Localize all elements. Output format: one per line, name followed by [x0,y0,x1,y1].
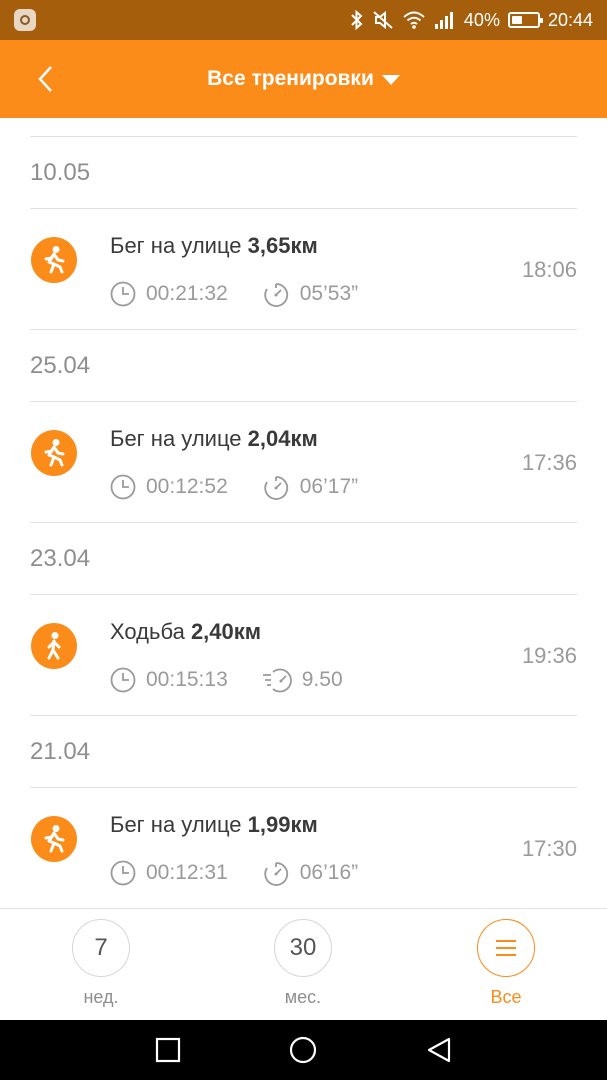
wifi-icon [403,11,425,29]
runner-icon [31,816,77,862]
duration-stat: 00:15:13 [110,667,228,693]
duration-stat: 00:12:31 [110,860,228,886]
home-button[interactable] [288,1035,318,1065]
duration-stat: 00:12:52 [110,474,228,500]
divider [30,136,577,137]
triangle-back-icon [427,1037,451,1063]
runner-icon [31,430,77,476]
tab-week-label: нед. [83,987,119,1007]
divider [30,522,577,523]
workout-title: Бег на улице 2,04км [110,426,318,452]
date-header: 23.04 [30,545,91,572]
metric-stat: 05’53” [262,281,358,307]
metric-stat: 06’17” [262,474,358,500]
tab-month-label: мес. [284,987,322,1007]
workout-title: Бег на улице 1,99км [110,812,318,838]
period-tabs: 7 нед. 30 мес. Все [0,908,607,1020]
workout-time: 17:36 [521,450,577,475]
clock: 20:44 [547,9,593,30]
pace-icon [262,860,290,886]
tab-week-value: 7 [94,934,108,961]
workout-distance: 1,99км [247,812,318,837]
workout-distance: 3,65км [247,233,318,258]
duration-value: 00:15:13 [146,668,228,691]
back-arrow-icon [38,66,52,92]
back-system-button[interactable] [424,1035,454,1065]
recent-apps-button[interactable] [153,1035,183,1065]
metric-value: 06’17” [299,475,359,498]
circle-icon [289,1036,317,1064]
date-header: 21.04 [30,738,91,765]
divider [30,329,577,330]
workout-stats: 00:15:13 9.50 [110,667,343,693]
workout-stats: 00:21:32 05’53” [110,281,358,307]
signal-icon [434,12,453,29]
duration-value: 00:12:52 [146,475,228,498]
workout-time: 19:36 [521,643,577,668]
workout-time: 17:30 [521,836,577,861]
square-icon [155,1037,181,1063]
clock-icon [110,474,136,500]
walker-icon [31,623,77,669]
dropdown-caret-icon [381,75,400,85]
bluetooth-icon [351,10,363,30]
workout-list[interactable]: 10.05 Бег на улице 3,65км 00:21:32 05’53” 18… [0,118,607,908]
metric-value: 9.50 [301,668,343,691]
duration-stat: 00:21:32 [110,281,228,307]
workout-time: 18:06 [521,257,577,282]
clock-icon [110,281,136,307]
activity-type: Ходьба [110,619,185,644]
workout-filter-dropdown[interactable]: Все тренировки [207,67,400,91]
tab-month-circle: 30 [274,919,332,977]
speed-icon [262,667,292,693]
mute-icon [373,10,393,30]
duration-value: 00:12:31 [146,861,228,884]
tab-all[interactable]: Все [446,919,566,1008]
app-bar: Все тренировки [0,40,607,118]
list-menu-icon [496,940,516,956]
workout-row[interactable]: Бег на улице 2,04км 00:12:52 06’17” 17:36 [0,402,607,522]
duration-value: 00:21:32 [146,282,228,305]
activity-type: Бег на улице [110,812,242,837]
metric-stat: 9.50 [262,667,343,693]
workout-stats: 00:12:31 06’16” [110,860,358,886]
metric-value: 05’53” [299,282,359,305]
system-navigation-bar [0,1020,607,1080]
tab-all-circle [477,919,535,977]
pace-icon [262,474,290,500]
tab-week[interactable]: 7 нед. [41,919,161,1008]
runner-icon [31,237,77,283]
divider [30,715,577,716]
workout-title: Ходьба 2,40км [110,619,261,645]
tab-month[interactable]: 30 мес. [243,919,363,1008]
date-header: 25.04 [30,352,91,379]
workout-row[interactable]: Бег на улице 1,99км 00:12:31 06’16” 17:30 [0,788,607,908]
tab-month-value: 30 [289,934,317,961]
activity-type: Бег на улице [110,233,242,258]
workout-distance: 2,40км [190,619,262,644]
battery-percent: 40% [463,9,500,30]
activity-type: Бег на улице [110,426,242,451]
workout-stats: 00:12:52 06’17” [110,474,358,500]
battery-icon [507,12,543,28]
metric-stat: 06’16” [262,860,358,886]
clock-icon [110,667,136,693]
date-header: 10.05 [30,159,91,186]
pace-icon [262,281,290,307]
notification-app-icon [14,9,36,31]
status-bar: 40% 20:44 [0,0,607,40]
workout-row[interactable]: Ходьба 2,40км 00:15:13 9.50 19:36 [0,595,607,715]
tab-week-circle: 7 [72,919,130,977]
workout-row[interactable]: Бег на улице 3,65км 00:21:32 05’53” 18:06 [0,209,607,329]
tab-all-label: Все [490,987,522,1007]
workout-title: Бег на улице 3,65км [110,233,318,259]
workout-distance: 2,04км [247,426,318,451]
metric-value: 06’16” [299,861,359,884]
clock-icon [110,860,136,886]
back-button[interactable] [30,64,60,94]
page-title: Все тренировки [207,67,374,90]
